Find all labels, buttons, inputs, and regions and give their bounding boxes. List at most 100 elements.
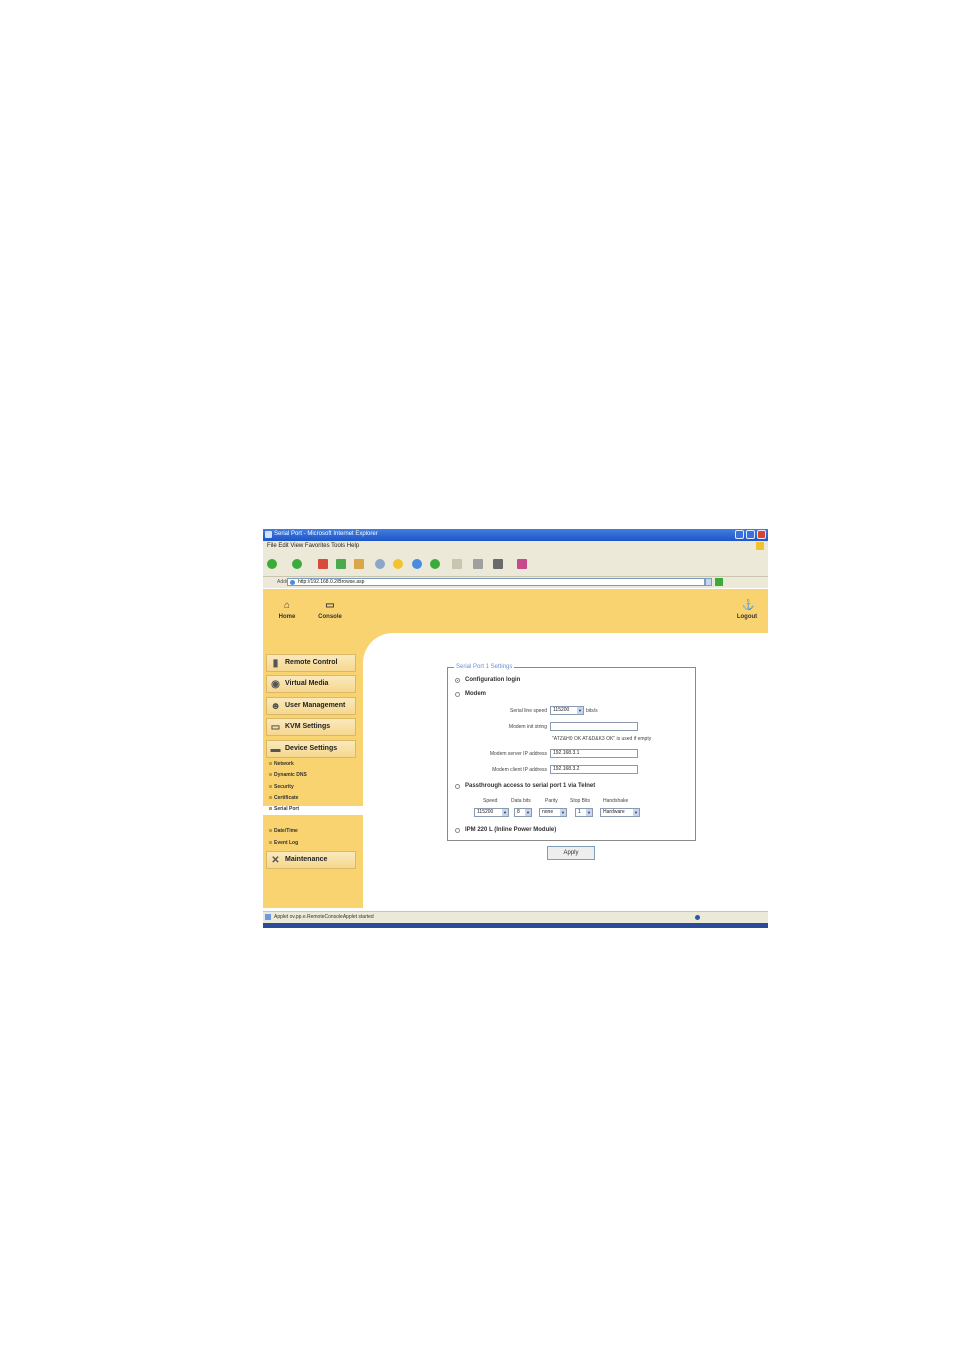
sublink-label: Network bbox=[274, 761, 294, 767]
nav-device-settings[interactable]: ▬ Device Settings bbox=[266, 740, 356, 758]
go-button[interactable] bbox=[715, 578, 723, 586]
ipm-radio[interactable] bbox=[455, 828, 460, 833]
page-status-icon bbox=[265, 914, 271, 920]
sublink-serial-port[interactable]: Serial Port bbox=[263, 806, 363, 815]
modem-radio[interactable] bbox=[455, 692, 460, 697]
title-bar: Serial Port - Microsoft Internet Explore… bbox=[263, 529, 768, 541]
home-link[interactable]: ⌂ Home bbox=[277, 600, 297, 621]
status-text: Applet ov.pp.e.RemoteConsoleApplet start… bbox=[274, 914, 374, 920]
sublink-date-time[interactable]: Date/Time bbox=[269, 828, 298, 834]
col-stop-bits: Stop Bits bbox=[570, 798, 591, 804]
serial-speed-unit: bits/s bbox=[586, 708, 598, 714]
col-data-bits: Data bits bbox=[511, 798, 531, 804]
maximize-button[interactable] bbox=[746, 530, 755, 539]
nav-label: Virtual Media bbox=[285, 680, 329, 687]
sublink-dynamic-dns[interactable]: Dynamic DNS bbox=[269, 772, 307, 778]
bullet-icon bbox=[269, 762, 272, 766]
logout-link[interactable]: ⚓ Logout bbox=[733, 600, 761, 621]
search-icon[interactable] bbox=[375, 559, 385, 569]
device-settings-icon: ▬ bbox=[270, 744, 281, 755]
toolbar bbox=[263, 552, 768, 577]
chevron-down-icon: ▼ bbox=[586, 809, 592, 816]
speed-select[interactable]: 115200 ▼ bbox=[474, 808, 509, 817]
browser-window: Serial Port - Microsoft Internet Explore… bbox=[263, 529, 768, 928]
bullet-icon bbox=[269, 773, 272, 777]
apply-button[interactable]: Apply bbox=[547, 846, 595, 860]
kvm-settings-icon: ▭ bbox=[270, 722, 281, 733]
select-value: 8 bbox=[517, 809, 520, 815]
sublink-event-log[interactable]: Event Log bbox=[269, 840, 298, 846]
sublink-certificate[interactable]: Certificate bbox=[269, 795, 298, 801]
nav-kvm-settings[interactable]: ▭ KVM Settings bbox=[266, 718, 356, 736]
parity-select[interactable]: none ▼ bbox=[539, 808, 567, 817]
ipm-label: IPM 220 L (Inline Power Module) bbox=[465, 827, 557, 833]
passthrough-radio[interactable] bbox=[455, 784, 460, 789]
address-bar: Address http://192.168.0.2/Browse.asp bbox=[263, 577, 768, 588]
chevron-down-icon: ▼ bbox=[560, 809, 566, 816]
bullet-icon bbox=[269, 785, 272, 789]
passthrough-label: Passthrough access to serial port 1 via … bbox=[465, 783, 596, 789]
stop-bits-select[interactable]: 1 ▼ bbox=[575, 808, 593, 817]
bullet-icon bbox=[269, 829, 272, 833]
nav-maintenance[interactable]: ✕ Maintenance bbox=[266, 851, 356, 869]
remote-control-icon: ▮ bbox=[272, 658, 279, 669]
page-icon bbox=[290, 580, 295, 585]
home-icon: ⌂ bbox=[283, 600, 291, 611]
nav-remote-control[interactable]: ▮ Remote Control bbox=[266, 654, 356, 672]
logout-label: Logout bbox=[736, 614, 758, 620]
back-icon[interactable] bbox=[267, 559, 277, 569]
data-bits-select[interactable]: 8 ▼ bbox=[514, 808, 532, 817]
sublink-label: Dynamic DNS bbox=[274, 772, 307, 778]
media-icon[interactable] bbox=[412, 559, 422, 569]
chevron-down-icon: ▼ bbox=[502, 809, 508, 816]
server-ip-input[interactable]: 192.168.3.1 bbox=[550, 749, 638, 758]
minimize-button[interactable] bbox=[735, 530, 744, 539]
address-input[interactable]: http://192.168.0.2/Browse.asp bbox=[287, 578, 705, 586]
home-icon[interactable] bbox=[354, 559, 364, 569]
nav-label: Device Settings bbox=[285, 745, 338, 752]
bullet-icon bbox=[269, 807, 272, 811]
close-button[interactable] bbox=[757, 530, 766, 539]
page-header: ⌂ Home ▭ Console ⚓ Logout bbox=[263, 589, 768, 633]
modem-init-input[interactable] bbox=[550, 722, 638, 731]
chevron-down-icon: ▼ bbox=[633, 809, 639, 816]
edit-icon[interactable] bbox=[493, 559, 503, 569]
bullet-icon bbox=[269, 796, 272, 800]
chevron-down-icon: ▼ bbox=[577, 707, 583, 714]
anchor-icon: ⚓ bbox=[742, 600, 755, 611]
console-link[interactable]: ▭ Console bbox=[315, 600, 345, 621]
favorites-icon[interactable] bbox=[393, 559, 403, 569]
print-icon[interactable] bbox=[473, 559, 483, 569]
serial-port-settings: Serial Port 1 Settings Configuration log… bbox=[447, 664, 696, 841]
menu-items[interactable]: File Edit View Favorites Tools Help bbox=[267, 543, 359, 549]
forward-icon[interactable] bbox=[292, 559, 302, 569]
address-dropdown[interactable] bbox=[705, 578, 712, 586]
col-handshake: Handshake bbox=[603, 798, 629, 804]
sublink-label: Date/Time bbox=[274, 828, 298, 834]
client-ip-input[interactable]: 192.168.3.2 bbox=[550, 765, 638, 774]
header-curve bbox=[363, 633, 393, 663]
modem-init-label: Modem init string bbox=[508, 724, 547, 730]
messenger-icon[interactable] bbox=[517, 559, 527, 569]
config-login-radio[interactable] bbox=[455, 678, 460, 683]
stop-icon[interactable] bbox=[318, 559, 328, 569]
sublink-label: Certificate bbox=[274, 795, 299, 801]
handshake-select[interactable]: Hardware ▼ bbox=[600, 808, 640, 817]
nav-virtual-media[interactable]: ◉ Virtual Media bbox=[266, 675, 356, 693]
select-value: 115200 bbox=[553, 707, 570, 713]
internet-zone-icon bbox=[695, 915, 700, 920]
serial-speed-select[interactable]: 115200 ▼ bbox=[550, 706, 584, 715]
col-speed: Speed bbox=[483, 798, 498, 804]
refresh-icon[interactable] bbox=[336, 559, 346, 569]
wrench-icon: ✕ bbox=[271, 855, 280, 866]
nav-user-management[interactable]: ☻ User Management bbox=[266, 697, 356, 715]
history-icon[interactable] bbox=[430, 559, 440, 569]
mail-icon[interactable] bbox=[452, 559, 462, 569]
sublink-network[interactable]: Network bbox=[269, 761, 294, 767]
windows-flag-icon bbox=[756, 542, 764, 550]
select-value: none bbox=[542, 809, 554, 815]
console-icon: ▭ bbox=[325, 600, 335, 611]
select-value: 115200 bbox=[477, 809, 494, 815]
window-title: Serial Port - Microsoft Internet Explore… bbox=[274, 531, 378, 537]
sublink-security[interactable]: Security bbox=[269, 784, 294, 790]
